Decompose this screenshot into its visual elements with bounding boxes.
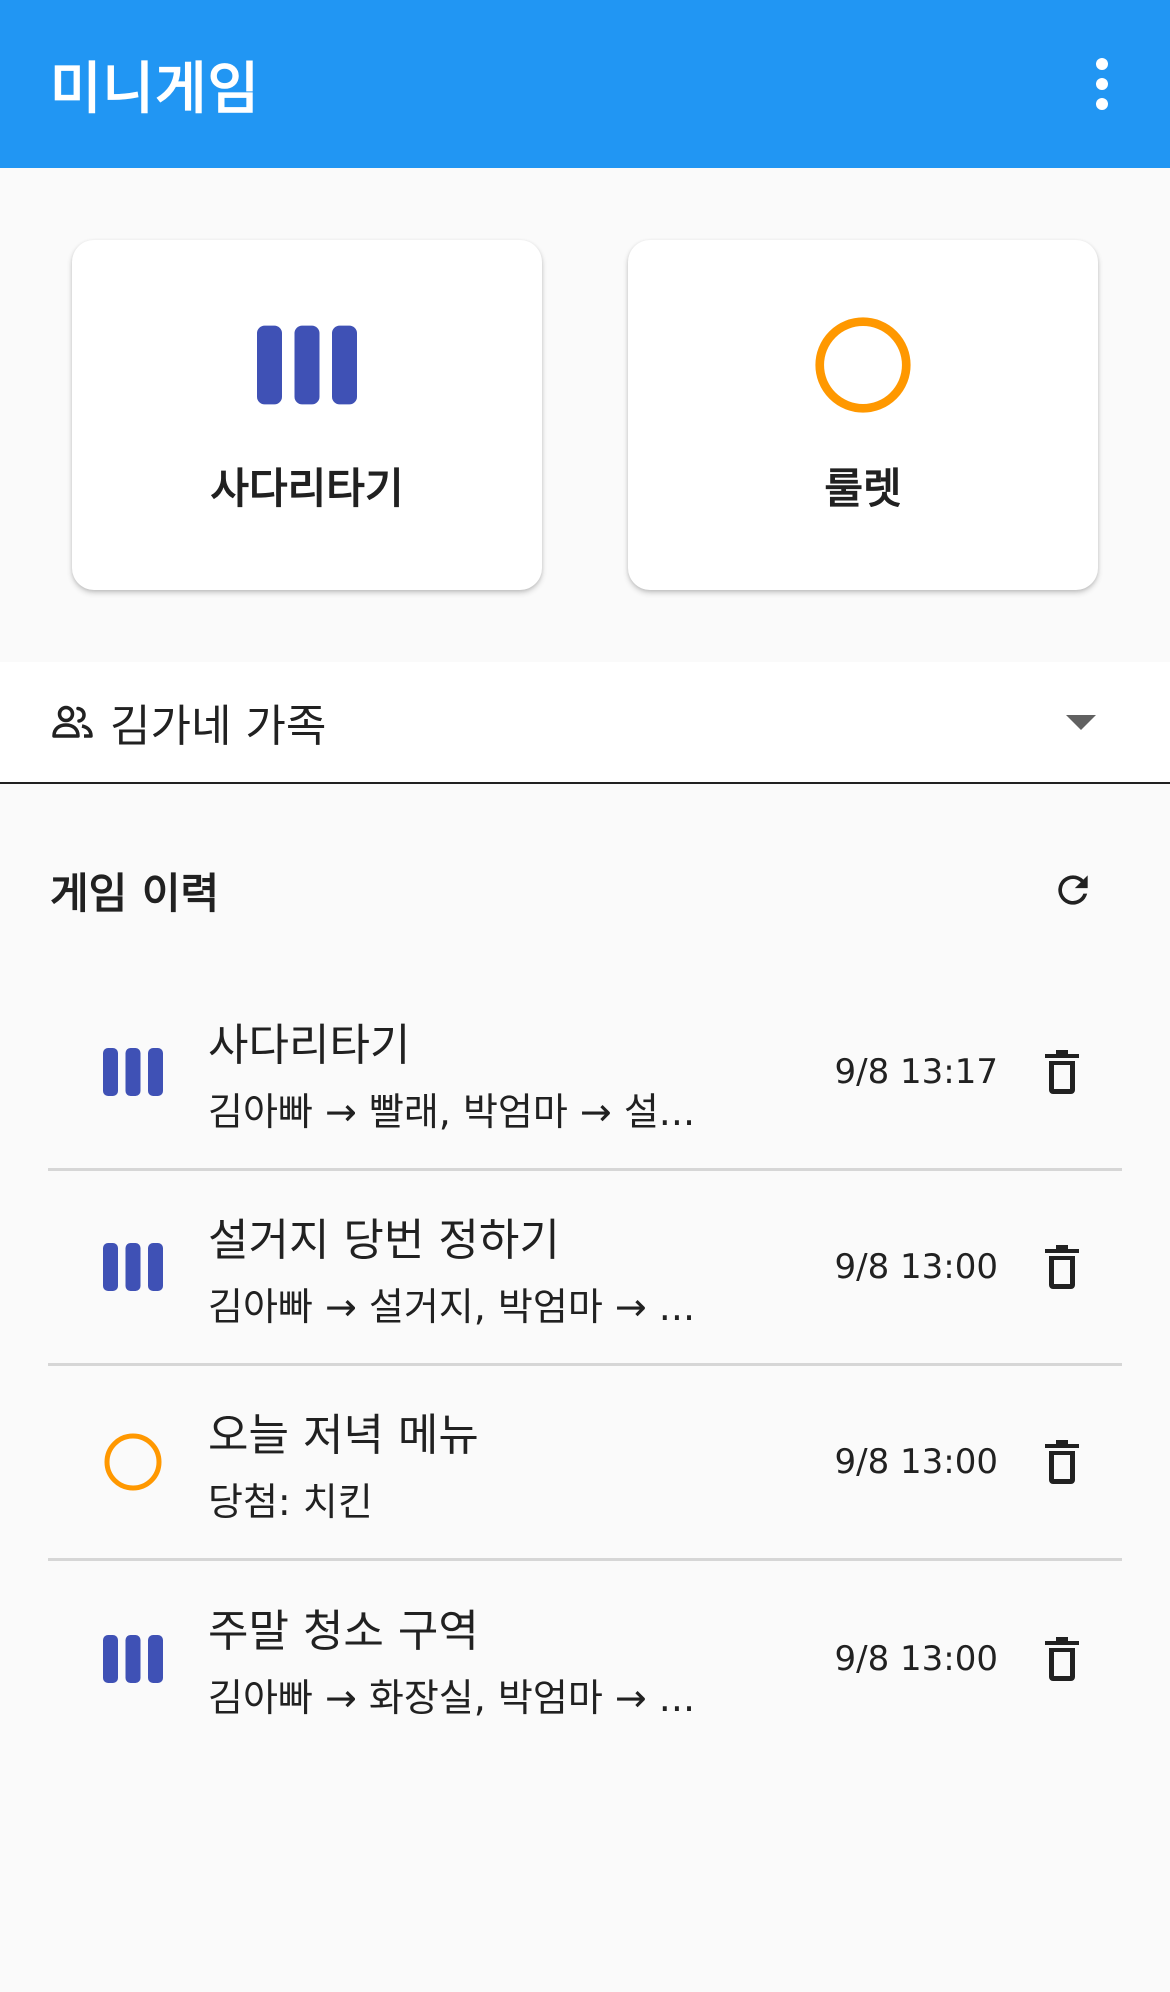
more-vert-icon[interactable] [1072, 39, 1132, 129]
ladder-icon [102, 1628, 164, 1690]
history-item-title: 오늘 저녁 메뉴 [208, 1409, 479, 1461]
history-title: 게임 이력 [50, 868, 220, 918]
ladder-icon [257, 315, 357, 415]
history-item[interactable]: 주말 청소 구역 김아빠 → 화장실, 박엄마 → ... 9/8 13:00 [48, 1561, 1122, 1756]
group-name: 김가네 가족 [110, 701, 327, 752]
history-item[interactable]: 사다리타기 김아빠 → 빨래, 박엄마 → 설... 9/8 13:17 [48, 976, 1122, 1171]
roulette-game-card[interactable]: 룰렛 [628, 240, 1098, 590]
app-bar: 미니게임 [0, 0, 1170, 168]
history-item-text: 사다리타기 김아빠 → 빨래, 박엄마 → 설... [208, 1009, 728, 1136]
history-item-time: 9/8 13:00 [834, 1247, 998, 1287]
delete-icon[interactable] [1032, 1042, 1092, 1102]
delete-icon[interactable] [1032, 1237, 1092, 1297]
group-dropdown[interactable]: 김가네 가족 [0, 662, 1170, 784]
history-item-subtitle: 김아빠 → 화장실, 박엄마 → ... [208, 1676, 696, 1720]
history-item-time: 9/8 13:00 [834, 1638, 998, 1679]
history-item[interactable]: 오늘 저녁 메뉴 당첨: 치킨 9/8 13:00 [48, 1366, 1122, 1561]
history-item-text: 오늘 저녁 메뉴 당첨: 치킨 [208, 1399, 728, 1526]
delete-icon[interactable] [1032, 1432, 1092, 1492]
refresh-icon[interactable] [1038, 855, 1108, 925]
roulette-icon [813, 315, 913, 415]
game-cards: 사다리타기 룰렛 [72, 240, 1098, 590]
history-item-title: 주말 청소 구역 [208, 1606, 479, 1657]
roulette-game-label: 룰렛 [824, 463, 902, 513]
ladder-game-card[interactable]: 사다리타기 [72, 240, 542, 590]
ladder-icon [102, 1041, 164, 1103]
ladder-game-label: 사다리타기 [210, 463, 404, 513]
history-item-subtitle: 김아빠 → 설거지, 박엄마 → ... [208, 1284, 696, 1329]
history-header: 게임 이력 [50, 850, 1120, 930]
history-item-text: 설거지 당번 정하기 김아빠 → 설거지, 박엄마 → ... [208, 1204, 728, 1331]
history-list: 사다리타기 김아빠 → 빨래, 박엄마 → 설... 9/8 13:17 설거지… [48, 976, 1122, 1756]
history-item-subtitle: 당첨: 치킨 [208, 1479, 373, 1524]
history-item[interactable]: 설거지 당번 정하기 김아빠 → 설거지, 박엄마 → ... 9/8 13:0… [48, 1171, 1122, 1366]
history-item-subtitle: 김아빠 → 빨래, 박엄마 → 설... [208, 1089, 696, 1134]
history-item-title: 설거지 당번 정하기 [208, 1214, 560, 1266]
history-item-text: 주말 청소 구역 김아빠 → 화장실, 박엄마 → ... [208, 1595, 728, 1722]
roulette-icon [102, 1431, 164, 1493]
history-item-time: 9/8 13:00 [834, 1442, 998, 1482]
history-item-title: 사다리타기 [208, 1019, 411, 1071]
ladder-icon [102, 1236, 164, 1298]
delete-icon[interactable] [1032, 1629, 1092, 1689]
history-item-time: 9/8 13:17 [834, 1052, 998, 1092]
app-title: 미니게임 [50, 56, 261, 122]
dropdown-arrow-icon [1066, 714, 1096, 730]
people-icon [50, 699, 96, 745]
